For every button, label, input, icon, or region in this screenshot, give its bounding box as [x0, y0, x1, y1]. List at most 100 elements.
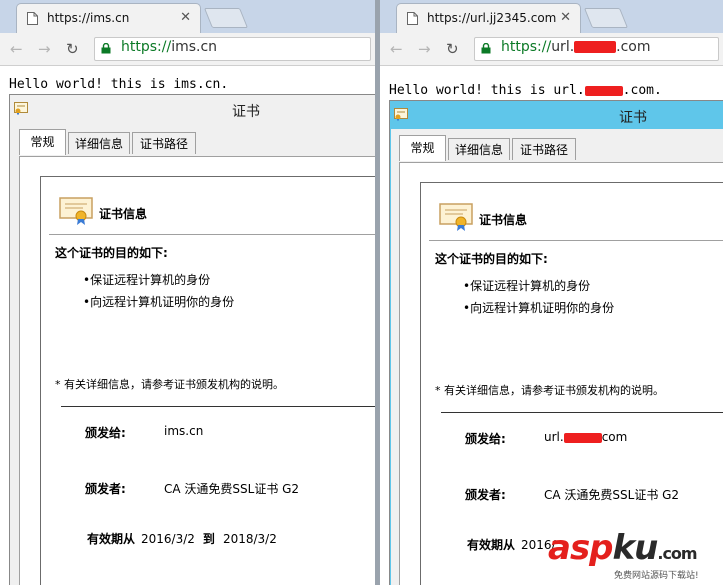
divider [441, 412, 723, 413]
divider [61, 406, 375, 407]
issued-by-label: 颁发者: [85, 482, 126, 496]
forward-icon[interactable]: → [418, 40, 431, 58]
tab-title: https://ims.cn [47, 11, 130, 25]
details-note: * 有关详细信息，请参考证书颁发机构的说明。 [435, 384, 664, 397]
certificate-info-box: 证书信息 这个证书的目的如下: •保证远程计算机的身份 •向远程计算机证明你的身… [40, 176, 375, 585]
issued-by-label: 颁发者: [465, 488, 506, 502]
redaction-mark [574, 41, 617, 53]
issued-to-value: ims.cn [164, 424, 204, 438]
tab-details[interactable]: 详细信息 [448, 138, 510, 160]
page-text: Hello world! this is url. [389, 83, 585, 98]
url-host: url. [551, 39, 575, 55]
validity-row: 有效期从 2016/3/2 到 2018/3/2 [87, 530, 277, 547]
validity-to-label: 到 [202, 532, 215, 546]
certificate-icon [59, 197, 93, 225]
url-text: https://url. .com [501, 39, 651, 55]
purpose-heading: 这个证书的目的如下: [55, 246, 168, 260]
dialog-body: 常规 详细信息 证书路径 证书信息 这个证书的目的如下: •保证远程计算机的身份… [391, 129, 723, 585]
reload-icon[interactable]: ↻ [66, 40, 79, 58]
page-icon [27, 12, 38, 25]
tab-details[interactable]: 详细信息 [68, 132, 130, 154]
purpose-item: •向远程计算机证明你的身份 [83, 295, 235, 309]
page-body-text: Hello world! this is url. .com. [389, 83, 662, 98]
issued-to-value: url. com [544, 430, 627, 444]
issued-by-value: CA 沃通免费SSL证书 G2 [544, 488, 680, 502]
issued-to-label: 颁发给: [85, 426, 126, 440]
tab-strip: https://url.jj2345.com ✕ [380, 0, 723, 33]
issued-by-value: CA 沃通免费SSL证书 G2 [164, 482, 300, 496]
valid-from: 2016/3/2 [141, 532, 195, 546]
validity-label: 有效期从 [87, 532, 136, 546]
watermark-subtitle: 免费网站源码下载站! [614, 571, 699, 581]
reload-icon[interactable]: ↻ [446, 40, 459, 58]
certificate-info-box: 证书信息 这个证书的目的如下: •保证远程计算机的身份 •向远程计算机证明你的身… [420, 182, 723, 585]
address-bar[interactable]: https://url. .com [474, 37, 719, 61]
logo-asp: asp [548, 528, 614, 568]
issued-to-end: com [601, 430, 628, 444]
certificate-dialog: 证书 常规 详细信息 证书路径 证书信息 这个证书的目的如下: •保证远程计算机… [389, 100, 723, 585]
tab-general[interactable]: 常规 [19, 129, 66, 155]
address-bar[interactable]: https://ims.cn [94, 37, 371, 61]
validity-row: 有效期从 2016/ [467, 536, 556, 553]
purpose-item: •向远程计算机证明你的身份 [463, 301, 615, 315]
divider [49, 234, 375, 235]
url-scheme: https:// [121, 39, 172, 55]
close-tab-icon[interactable]: ✕ [560, 10, 571, 25]
back-icon[interactable]: ← [390, 40, 403, 58]
validity-label: 有效期从 [467, 538, 516, 552]
new-tab-button[interactable] [583, 8, 629, 28]
browser-toolbar: ← → ↻ https://url. .com [380, 33, 723, 66]
certificate-icon [394, 108, 408, 121]
close-tab-icon[interactable]: ✕ [180, 10, 191, 25]
url-scheme: https:// [501, 39, 552, 55]
browser-tab[interactable]: https://ims.cn ✕ [16, 3, 201, 33]
tab-panel: 证书信息 这个证书的目的如下: •保证远程计算机的身份 •向远程计算机证明你的身… [19, 156, 375, 585]
lock-icon [481, 43, 491, 54]
tab-strip: https://ims.cn ✕ [0, 0, 375, 33]
details-note: * 有关详细信息，请参考证书颁发机构的说明。 [55, 378, 284, 391]
tab-panel: 证书信息 这个证书的目的如下: •保证远程计算机的身份 •向远程计算机证明你的身… [399, 162, 723, 585]
url-host-end: .com [616, 39, 651, 55]
url-text: https://ims.cn [121, 39, 217, 55]
site-watermark: aspku.com 免费网站源码下载站! [548, 528, 720, 584]
purpose-heading: 这个证书的目的如下: [435, 252, 548, 266]
page-icon [407, 12, 418, 25]
page-text-end: .com. [622, 83, 662, 98]
certificate-info-heading: 证书信息 [99, 207, 148, 221]
tab-cert-path[interactable]: 证书路径 [512, 138, 576, 160]
purpose-item: •保证远程计算机的身份 [463, 279, 591, 293]
lock-icon [101, 43, 111, 54]
page-text: Hello world! this is ims.cn. [9, 77, 229, 92]
new-tab-button[interactable] [203, 8, 249, 28]
dialog-body: 常规 详细信息 证书路径 证书信息 这个证书的目的如下: •保证远程计算机的身份… [11, 123, 375, 585]
back-icon[interactable]: ← [10, 40, 23, 58]
certificate-icon [14, 102, 28, 115]
page-body-text: Hello world! this is ims.cn. [9, 77, 228, 92]
tab-cert-path[interactable]: 证书路径 [132, 132, 196, 154]
certificate-icon [439, 203, 473, 231]
watermark-logo: aspku.com [548, 528, 698, 568]
browser-window-right: https://url.jj2345.com ✕ ← → ↻ https://u… [380, 0, 723, 585]
valid-to: 2018/3/2 [222, 532, 277, 546]
browser-tab[interactable]: https://url.jj2345.com ✕ [396, 3, 581, 33]
url-host: ims.cn [171, 39, 218, 55]
purpose-item: •保证远程计算机的身份 [83, 273, 211, 287]
issued-to-start: url. [544, 430, 564, 444]
logo-tld: .com [657, 544, 697, 563]
redaction-mark [563, 432, 602, 443]
logo-ku: ku [612, 528, 659, 568]
dialog-title: 证书 [619, 110, 647, 126]
divider [429, 240, 723, 241]
tab-title: https://url.jj2345.com [427, 11, 557, 25]
redaction-mark [584, 85, 623, 96]
browser-toolbar: ← → ↻ https://ims.cn [0, 33, 375, 66]
browser-window-left: https://ims.cn ✕ ← → ↻ https://ims.cn He… [0, 0, 375, 585]
dialog-title: 证书 [232, 104, 260, 120]
certificate-dialog: 证书 常规 详细信息 证书路径 证书信息 这个证书的目的如下: •保证远程计算机… [9, 94, 375, 585]
dialog-titlebar[interactable]: 证书 [390, 101, 723, 129]
dialog-titlebar[interactable]: 证书 [10, 95, 375, 123]
tab-general[interactable]: 常规 [399, 135, 446, 161]
forward-icon[interactable]: → [38, 40, 51, 58]
issued-to-label: 颁发给: [465, 432, 506, 446]
certificate-info-heading: 证书信息 [479, 213, 528, 227]
